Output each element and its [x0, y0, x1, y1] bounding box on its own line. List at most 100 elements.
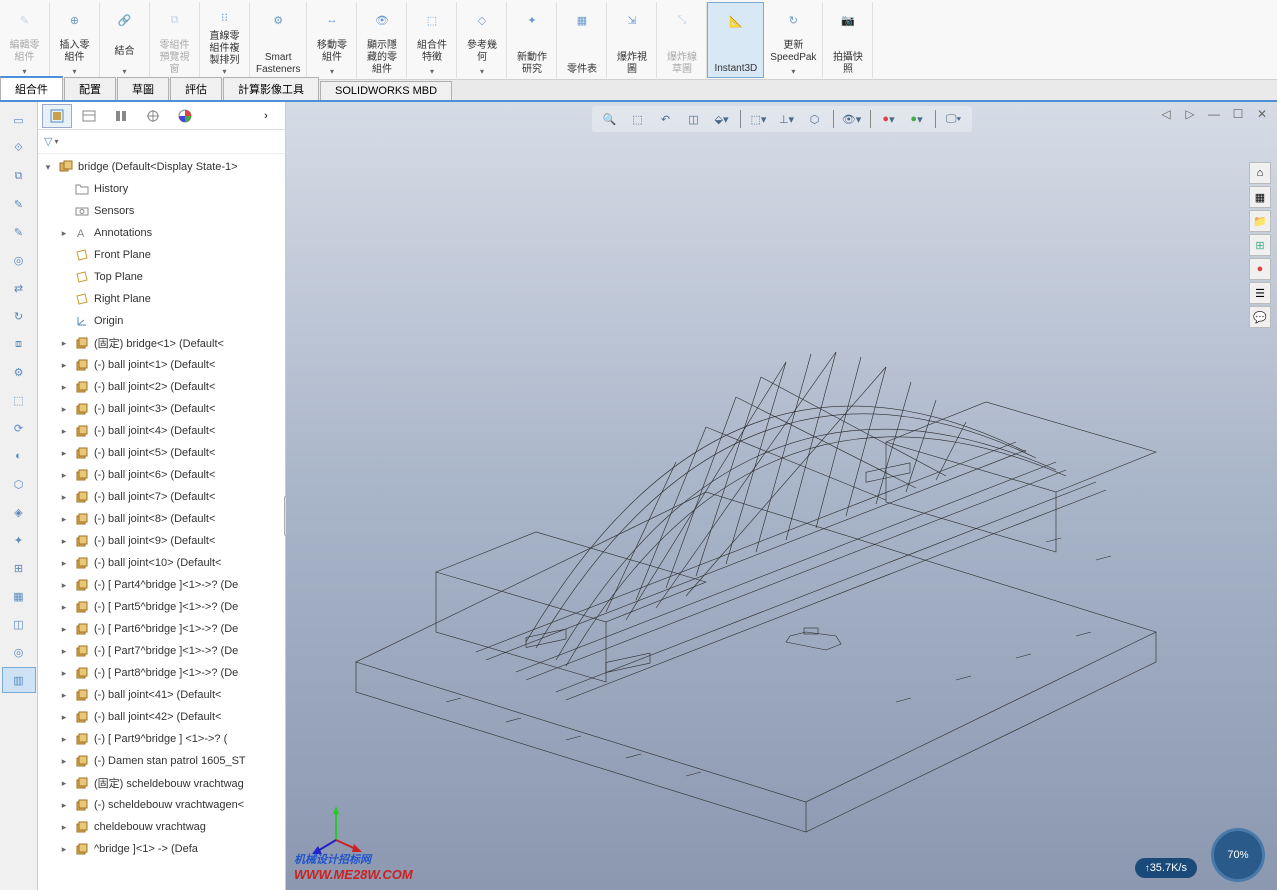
properties-icon[interactable]: ☰ [1249, 282, 1271, 304]
appearances-icon[interactable]: ● [1249, 258, 1271, 280]
tree-item[interactable]: ▸(-) [ Part6^bridge ]<1>->? (De [38, 618, 285, 640]
tree-item[interactable]: ▸(-) [ Part4^bridge ]<1>->? (De [38, 574, 285, 596]
expand-icon[interactable]: ▸ [58, 778, 70, 789]
tree-tab-config-icon[interactable] [106, 104, 136, 128]
tree-item[interactable]: ▸^bridge ]<1> -> (Defa [38, 838, 285, 860]
view-cube-icon[interactable]: ⬡ [803, 108, 827, 130]
tree-item[interactable]: ▸(-) ball joint<9> (Default< [38, 530, 285, 552]
ribbon-preview[interactable]: ⧉零組件 預覽視 窗 [150, 2, 200, 78]
tool-structure-icon[interactable]: ⊞ [2, 555, 36, 581]
tree-item[interactable]: ▸(-) ball joint<41> (Default< [38, 684, 285, 706]
maximize-icon[interactable]: ☐ [1229, 106, 1247, 122]
ribbon-explode[interactable]: ⇲爆炸視 圖 [607, 2, 657, 78]
eye-icon[interactable]: 👁▾ [840, 108, 864, 130]
ribbon-expline[interactable]: ⤡爆炸線 草圖 [657, 2, 707, 78]
library-icon[interactable]: ▦ [1249, 186, 1271, 208]
tree-item[interactable]: ▸(-) ball joint<3> (Default< [38, 398, 285, 420]
tool-move-icon[interactable]: ⇄ [2, 275, 36, 301]
tool-measure-icon[interactable]: ⟐ [2, 135, 36, 161]
expand-icon[interactable]: ▸ [58, 580, 70, 591]
view-palette-icon[interactable]: ⊞ [1249, 234, 1271, 256]
tool-section-icon[interactable]: ⬚ [2, 387, 36, 413]
tree-tab-dim-icon[interactable] [138, 104, 168, 128]
expand-icon[interactable]: ▸ [58, 712, 70, 723]
expand-icon[interactable]: ▸ [58, 426, 70, 437]
tree-item[interactable]: Sensors [38, 200, 285, 222]
section-view-icon[interactable]: ◫ [682, 108, 706, 130]
prev-view-icon[interactable]: ↶ [654, 108, 678, 130]
render-icon[interactable]: 🖵▾ [942, 108, 966, 130]
tool-icon[interactable]: ▦ [2, 583, 36, 609]
tree-item[interactable]: ▸(-) ball joint<42> (Default< [38, 706, 285, 728]
tab-組合件[interactable]: 組合件 [0, 76, 63, 100]
tool-hole-icon[interactable]: ◎ [2, 247, 36, 273]
tree-item[interactable]: ▸(-) ball joint<6> (Default< [38, 464, 285, 486]
tool-icon[interactable]: ⬡ [2, 471, 36, 497]
expand-icon[interactable]: ▸ [58, 536, 70, 547]
tree-item[interactable]: ▸(-) [ Part5^bridge ]<1>->? (De [38, 596, 285, 618]
tree-item[interactable]: Top Plane [38, 266, 285, 288]
scene-icon[interactable]: ●▾ [905, 108, 929, 130]
tree-item[interactable]: ▸(-) scheldebouw vrachtwagen< [38, 794, 285, 816]
ribbon-speedpak[interactable]: ↻更新 SpeedPak▾ [764, 2, 823, 78]
tool-select-icon[interactable]: ▭ [2, 107, 36, 133]
zoom-fit-icon[interactable]: 🔍 [598, 108, 622, 130]
tool-icon[interactable]: ✦ [2, 527, 36, 553]
ribbon-pattern[interactable]: ⁝⁝直線零 組件複 製排列▾ [200, 2, 250, 78]
ribbon-refgeo[interactable]: ◇參考幾 何▾ [457, 2, 507, 78]
minimize-icon[interactable]: ― [1205, 106, 1223, 122]
tree-item[interactable]: ▸(-) ball joint<7> (Default< [38, 486, 285, 508]
tool-note-icon[interactable]: ✎ [2, 219, 36, 245]
expand-icon[interactable]: ▸ [58, 404, 70, 415]
expand-icon[interactable]: ▸ [58, 844, 70, 855]
funnel-icon[interactable]: ▽ [44, 135, 52, 148]
expand-icon[interactable]: ▸ [58, 338, 70, 349]
ribbon-edit[interactable]: ✎編輯零 組件▾ [0, 2, 50, 78]
tree-item[interactable]: Origin [38, 310, 285, 332]
hide-show-icon[interactable]: ⊥▾ [775, 108, 799, 130]
tool-ruler-icon[interactable]: ▥ [2, 667, 36, 693]
tree-tab-appearance-icon[interactable] [170, 104, 200, 128]
display-style-icon[interactable]: ⬚▾ [747, 108, 771, 130]
tab-配置[interactable]: 配置 [64, 77, 116, 100]
tree-item[interactable]: History [38, 178, 285, 200]
tree-item[interactable]: ▸(-) ball joint<1> (Default< [38, 354, 285, 376]
tree-tab-more-icon[interactable]: › [251, 104, 281, 128]
close-icon[interactable]: ✕ [1253, 106, 1271, 122]
expand-icon[interactable]: ▸ [58, 822, 70, 833]
tool-icon[interactable]: ◫ [2, 611, 36, 637]
tree-root[interactable]: ▾ bridge (Default<Display State-1> [38, 156, 285, 178]
ribbon-insert[interactable]: ⊕插入零 組件▾ [50, 2, 100, 78]
expand-icon[interactable]: ▸ [58, 800, 70, 811]
tree-item[interactable]: ▸AAnnotations [38, 222, 285, 244]
expand-icon[interactable]: ▸ [58, 646, 70, 657]
explorer-icon[interactable]: 📁 [1249, 210, 1271, 232]
ribbon-bom[interactable]: ▦零件表 [557, 2, 607, 78]
tool-target-icon[interactable]: ◎ [2, 639, 36, 665]
view-orient-icon[interactable]: ⬙▾ [710, 108, 734, 130]
ribbon-feature[interactable]: ⬚組合件 特徵▾ [407, 2, 457, 78]
tree-item[interactable]: ▸(-) [ Part9^bridge ] <1>->? ( [38, 728, 285, 750]
prev-doc-icon[interactable]: ◁ [1157, 106, 1175, 122]
expand-icon[interactable]: ▸ [58, 602, 70, 613]
tool-icon[interactable]: ⟳ [2, 415, 36, 441]
tree-item[interactable]: ▸(-) ball joint<8> (Default< [38, 508, 285, 530]
graphics-viewport[interactable]: 🔍 ⬚ ↶ ◫ ⬙▾ ⬚▾ ⊥▾ ⬡ 👁▾ ●▾ ●▾ 🖵▾ ◁ ▷ ― ☐ ✕… [286, 102, 1277, 890]
tree-tab-feature-icon[interactable] [42, 104, 72, 128]
expand-icon[interactable]: ▸ [58, 558, 70, 569]
ribbon-mate[interactable]: 🔗結合▾ [100, 2, 150, 78]
tab-草圖[interactable]: 草圖 [117, 77, 169, 100]
tree-tab-property-icon[interactable] [74, 104, 104, 128]
tree-item[interactable]: ▸(-) [ Part7^bridge ]<1>->? (De [38, 640, 285, 662]
tool-mate-icon[interactable]: ⧉ [2, 163, 36, 189]
ribbon-showhide[interactable]: 👁顯示隱 藏的零 組件 [357, 2, 407, 78]
tree-item[interactable]: ▸(固定) scheldebouw vrachtwag [38, 772, 285, 794]
forum-icon[interactable]: 💬 [1249, 306, 1271, 328]
tab-計算影像工具[interactable]: 計算影像工具 [223, 77, 319, 100]
tree-item[interactable]: ▸(-) ball joint<4> (Default< [38, 420, 285, 442]
tree-body[interactable]: ▾ bridge (Default<Display State-1> Histo… [38, 154, 285, 890]
tool-icon[interactable]: ◈ [2, 499, 36, 525]
tree-item[interactable]: ▸cheldebouw vrachtwag [38, 816, 285, 838]
expand-icon[interactable]: ▸ [58, 734, 70, 745]
tool-icon[interactable]: ⧈ [2, 331, 36, 357]
